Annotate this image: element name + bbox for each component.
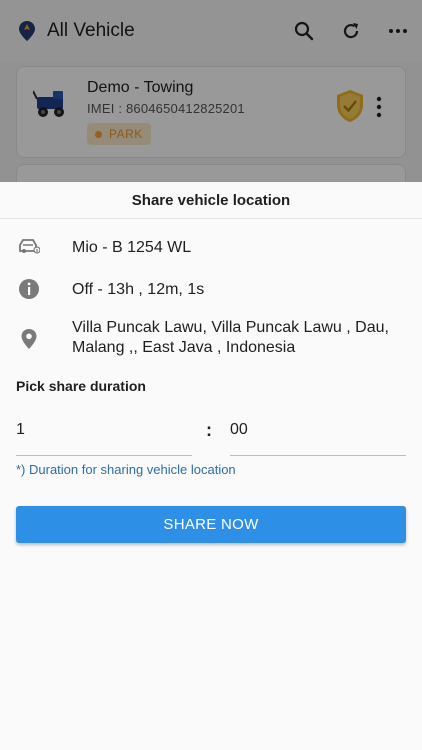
location-pin-icon (18, 328, 40, 350)
duration-label: Pick share duration (16, 378, 146, 394)
car-info-icon (18, 236, 40, 258)
info-icon (18, 278, 40, 300)
share-location-sheet: Share vehicle location Mio - B 1254 WL O… (0, 182, 422, 750)
status-duration: Off - 13h , 12m, 1s (72, 281, 205, 298)
share-now-button[interactable]: SHARE NOW (16, 506, 406, 543)
vehicle-plate: Mio - B 1254 WL (72, 239, 192, 256)
duration-hint: *) Duration for sharing vehicle location (16, 462, 236, 477)
hours-field[interactable] (16, 416, 192, 456)
minutes-field[interactable] (230, 416, 406, 456)
time-separator: : (206, 420, 212, 440)
minutes-input[interactable] (230, 416, 406, 439)
sheet-title: Share vehicle location (131, 192, 291, 209)
divider (0, 218, 422, 219)
hours-input[interactable] (16, 416, 192, 439)
address-text: Villa Puncak Lawu, Villa Puncak Lawu , D… (72, 319, 389, 356)
